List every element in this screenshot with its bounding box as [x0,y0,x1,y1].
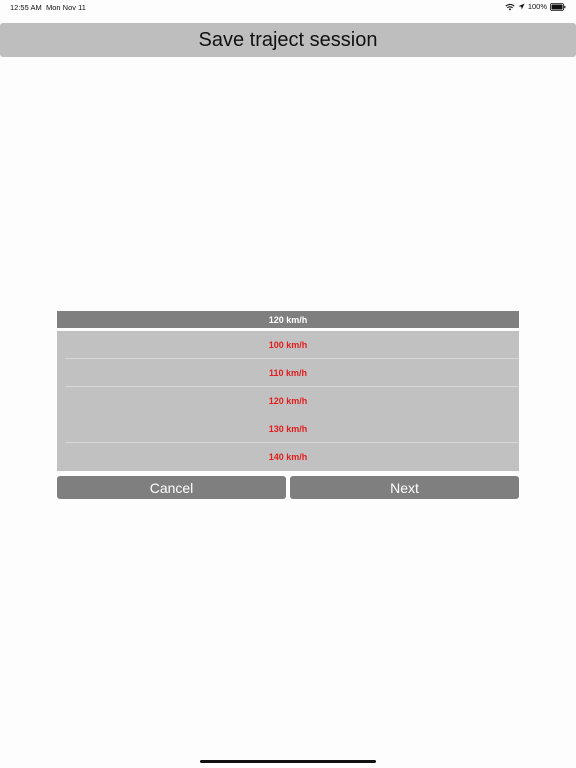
picker-option[interactable]: 110 km/h [57,359,519,387]
status-right-group: 100% [505,2,566,11]
picker-option-label: 130 km/h [268,424,308,434]
picker-option-label: 100 km/h [268,340,308,350]
picker-option-label: 140 km/h [268,452,308,462]
status-date: Mon Nov 11 [46,3,86,12]
picker-option[interactable]: 130 km/h [57,415,519,443]
picker-selected-value[interactable]: 120 km/h [57,311,519,328]
status-time: 12:55 AM [10,3,42,12]
page-title: Save traject session [198,28,378,51]
picker-option[interactable]: 140 km/h [57,443,519,471]
next-button[interactable]: Next [290,476,519,499]
speed-picker-list[interactable]: 100 km/h 110 km/h 120 km/h 130 km/h 140 … [57,331,519,471]
home-indicator[interactable] [200,760,376,763]
battery-percent: 100% [527,2,547,11]
next-button-label: Next [390,479,419,496]
picker-selected-label: 120 km/h [268,314,308,325]
wifi-icon [505,3,515,11]
cancel-button-label: Cancel [149,479,194,496]
picker-option-label: 110 km/h [268,368,308,378]
picker-option[interactable]: 120 km/h [57,387,519,415]
picker-option-label: 120 km/h [268,396,308,406]
picker-option[interactable]: 100 km/h [57,331,519,359]
cancel-button[interactable]: Cancel [57,476,286,499]
battery-icon [550,2,566,11]
header-bar: Save traject session [0,23,576,57]
location-arrow-icon [518,3,525,10]
status-bar: 12:55 AM Mon Nov 11 100% [0,0,576,14]
